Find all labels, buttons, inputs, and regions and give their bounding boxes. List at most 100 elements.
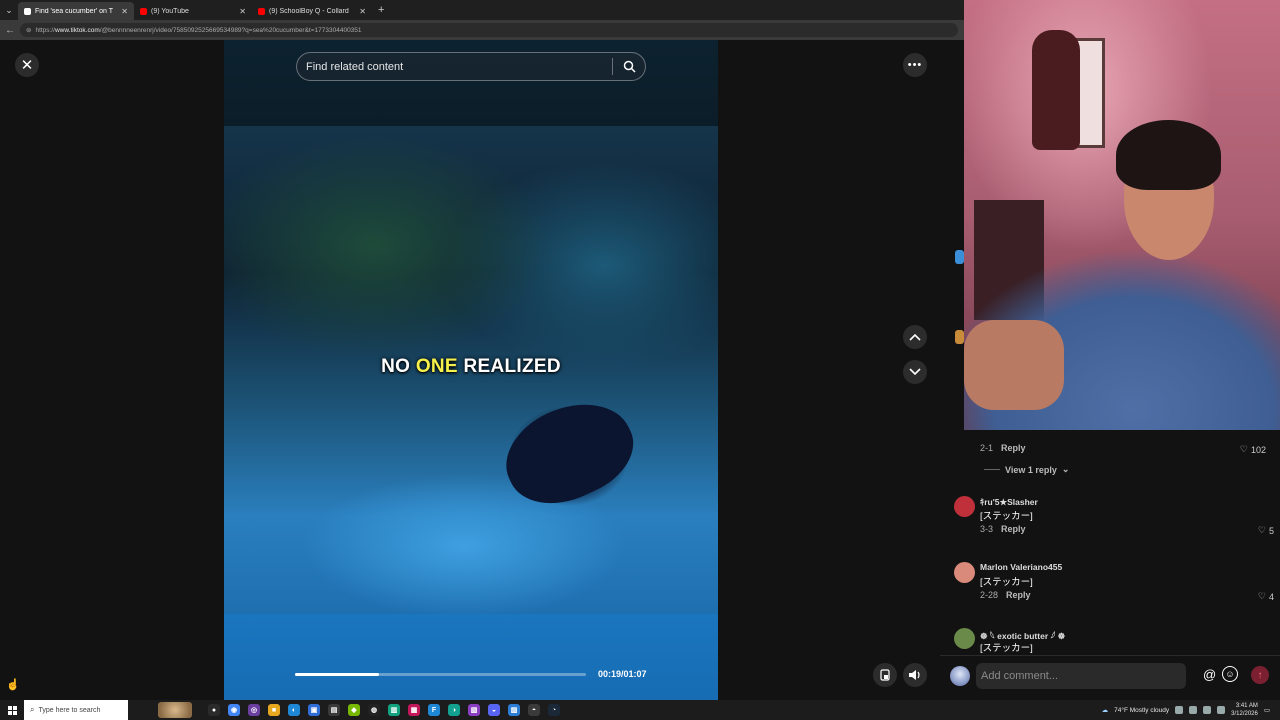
network-icon[interactable]	[1203, 706, 1212, 714]
alien-icon[interactable]: ●	[208, 704, 220, 716]
url-prefix: https://	[35, 26, 55, 34]
webcam-person-hair	[1116, 120, 1221, 190]
notifications-icon[interactable]: ▭	[1264, 706, 1270, 714]
gpu-icon[interactable]: ◆	[348, 704, 360, 716]
related-search-box[interactable]: Find related content	[296, 52, 646, 81]
picture-in-picture-button[interactable]	[873, 663, 897, 687]
chrome-icon[interactable]: ◉	[228, 704, 240, 716]
tab-youtube[interactable]: (9) YouTube ✕	[134, 2, 252, 20]
video-progress-bar[interactable]	[295, 673, 586, 676]
comment-username[interactable]: ｷru'5★Slasher	[980, 496, 1038, 508]
close-icon[interactable]: ✕	[121, 7, 128, 16]
like-button[interactable]: ♡ 102	[1240, 444, 1266, 455]
send-button[interactable]: ↑	[1251, 666, 1269, 684]
tiktok-video-page: ✕ NO ONE REALIZED Find related content •…	[0, 40, 964, 700]
youtube-favicon-icon	[140, 7, 147, 15]
edge-icon[interactable]: ◐	[288, 704, 300, 716]
heart-icon: ♡	[1257, 591, 1266, 601]
volume-button[interactable]	[903, 663, 927, 687]
like-button[interactable]: ♡ 5	[1258, 525, 1274, 536]
url-field[interactable]: ⊜ https://www.tiktok.com/@bennnneenrenrj…	[20, 23, 958, 37]
caption-highlight: ONE	[415, 356, 458, 377]
obs-icon[interactable]: ◎	[248, 704, 260, 716]
like-count: 4	[1268, 591, 1274, 602]
new-tab-button[interactable]: +	[372, 4, 390, 16]
search-button[interactable]	[613, 52, 645, 81]
windows-logo-icon	[7, 705, 17, 715]
comment-date: 3-3	[980, 524, 994, 534]
store-icon[interactable]: ▣	[308, 704, 320, 716]
browser-tab-bar: ⌄ Find 'sea cucumber' on TikTok ✕ (9) Yo…	[0, 0, 964, 20]
comment-list: 2-1 Reply ♡ 102 View 1 reply ⌄ ｷru'5★Slas…	[940, 430, 1280, 660]
close-icon[interactable]: ✕	[239, 7, 246, 16]
avatar[interactable]	[954, 628, 975, 649]
chevron-up-icon	[909, 333, 921, 341]
clock[interactable]: 3:41 AM 3/12/2026	[1231, 702, 1258, 718]
like-button[interactable]: ♡ 4	[1258, 591, 1274, 602]
discord-icon[interactable]: ◒	[488, 704, 500, 716]
tray-icon[interactable]	[1175, 706, 1184, 714]
windows-taskbar: ⌕ Type here to search ● ◉ ◎ ■ ◐ ▣ ▤ ◆ ◍ ▥ ▦ F ◑ ▧ ◒ ▨ ◓ ◔…	[0, 700, 1280, 720]
tray-icon[interactable]	[1189, 706, 1198, 714]
like-count: 5	[1268, 525, 1274, 536]
weather-text[interactable]: 74°F Mostly cloudy	[1114, 707, 1169, 714]
progress-fill	[295, 673, 380, 676]
user-avatar-icon	[955, 330, 964, 344]
obs-studio-icon[interactable]: ◓	[528, 704, 540, 716]
start-button[interactable]	[0, 700, 24, 720]
search-input[interactable]: Find related content	[297, 61, 612, 73]
reply-button[interactable]: Reply	[1001, 443, 1026, 453]
folder-icon[interactable]: ■	[268, 704, 280, 716]
globe-icon[interactable]: ◑	[448, 704, 460, 716]
reply-button[interactable]: Reply	[1006, 590, 1031, 600]
editor-icon[interactable]: ▨	[508, 704, 520, 716]
github-icon[interactable]: ◍	[368, 704, 380, 716]
taskbar-search[interactable]: ⌕ Type here to search	[24, 700, 128, 720]
comment-meta: 2-28 Reply	[980, 590, 1031, 600]
paint-icon[interactable]: ▧	[468, 704, 480, 716]
close-video-button[interactable]: ✕	[15, 53, 39, 77]
tab-tiktok[interactable]: Find 'sea cucumber' on TikTok ✕	[18, 2, 134, 20]
video-player[interactable]: NO ONE REALIZED	[224, 40, 718, 700]
mention-icon[interactable]: @	[1203, 667, 1216, 682]
comment-username[interactable]: Marlon Valeriano455	[980, 562, 1062, 572]
previous-video-button[interactable]	[903, 325, 927, 349]
media-icon[interactable]: ▦	[408, 704, 420, 716]
comment-body: [ステッカー]	[980, 643, 1033, 654]
tab-schoolboy[interactable]: (9) SchoolBoy Q - Collard Greens ✕	[252, 2, 372, 20]
comment-meta: 2-1 Reply	[980, 443, 1026, 453]
tab-list-chevron-icon[interactable]: ⌄	[0, 0, 18, 20]
close-icon[interactable]: ✕	[359, 7, 366, 16]
reply-button[interactable]: Reply	[1001, 524, 1026, 534]
next-video-button[interactable]	[903, 360, 927, 384]
avatar[interactable]	[954, 496, 975, 517]
back-arrow-icon[interactable]: ←	[0, 20, 20, 40]
emoji-icon[interactable]: ☺	[1222, 666, 1238, 682]
teams-icon[interactable]: ▥	[388, 704, 400, 716]
weather-icon[interactable]: ☁	[1102, 706, 1109, 714]
video-timer: 00:19/01:07	[598, 669, 647, 679]
steam-icon[interactable]: ◔	[548, 704, 560, 716]
taskbar-search-input[interactable]: Type here to search	[38, 707, 100, 714]
youtube-favicon-icon	[258, 7, 265, 15]
view-replies-button[interactable]: View 1 reply ⌄	[984, 464, 1069, 475]
video-caption: NO ONE REALIZED	[224, 356, 718, 378]
search-icon	[623, 60, 636, 73]
webcam-overlay	[964, 0, 1280, 430]
site-info-icon[interactable]: ⊜	[26, 26, 31, 34]
chevron-down-icon: ⌄	[1061, 464, 1070, 474]
more-options-button[interactable]: •••	[903, 53, 927, 77]
chevron-down-icon	[909, 368, 921, 376]
comment-body: [ステッカー]	[980, 511, 1033, 522]
widget-icon[interactable]	[158, 702, 192, 718]
app-icon[interactable]: ▤	[328, 704, 340, 716]
comment-input[interactable]: Add comment...	[976, 663, 1186, 689]
avatar[interactable]	[954, 562, 975, 583]
url-path: /@bennnneenrenrj/video/75850925256695349…	[99, 26, 362, 34]
comment-body: [ステッカー]	[980, 577, 1033, 588]
screen: ⌄ Find 'sea cucumber' on TikTok ✕ (9) Yo…	[0, 0, 1280, 720]
heart-icon: ♡	[1257, 525, 1266, 535]
volume-icon[interactable]	[1217, 706, 1226, 714]
file-icon[interactable]: F	[428, 704, 440, 716]
tab-title: (9) SchoolBoy Q - Collard Greens	[269, 7, 351, 15]
